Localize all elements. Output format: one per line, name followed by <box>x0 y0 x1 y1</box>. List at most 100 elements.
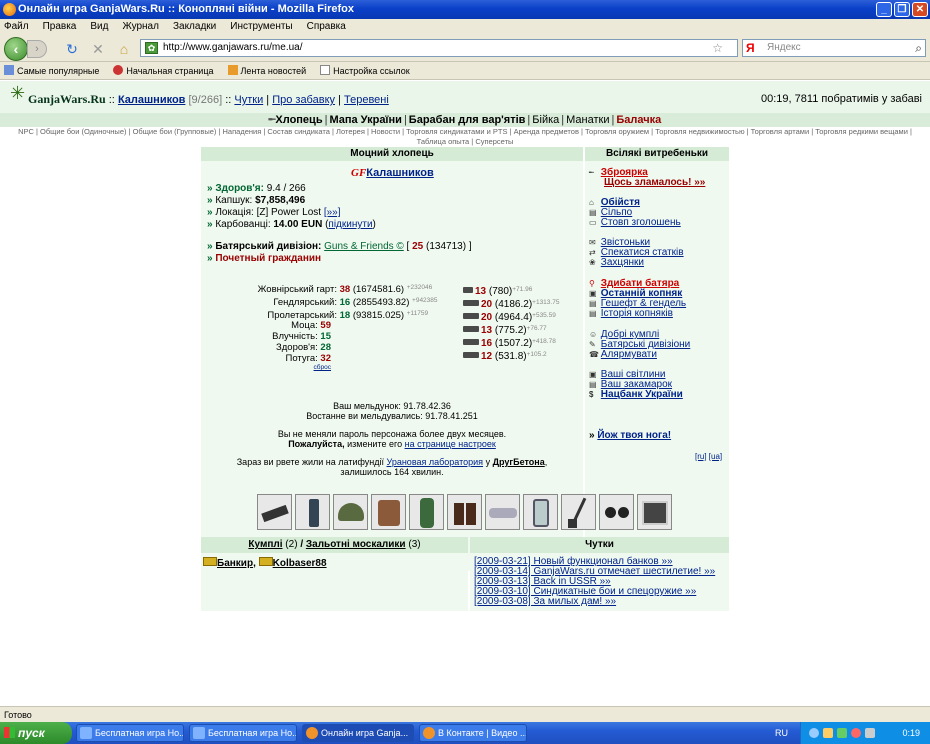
search-icon[interactable]: ⌕ <box>915 40 922 56</box>
transfer-icon: ⇄ <box>589 248 596 257</box>
enemies-link[interactable]: Зальотні москалики <box>306 539 406 550</box>
shop-icon: ▤ <box>589 208 597 217</box>
input-language[interactable]: RU <box>775 722 788 744</box>
forward-button[interactable]: › <box>27 40 47 58</box>
maximize-button[interactable]: ❐ <box>894 2 910 17</box>
close-button[interactable]: ✕ <box>912 2 928 17</box>
item-suit[interactable] <box>409 494 444 530</box>
menu-help[interactable]: Справка <box>307 19 346 35</box>
home-icon[interactable]: ⌂ <box>116 41 132 57</box>
friends-group: ☺ Добрі кумплі ✎ Батярські дивізіони ☎ А… <box>589 329 691 360</box>
menu-tools[interactable]: Инструменты <box>230 19 292 35</box>
health-value: 9.4 / 266 <box>266 183 306 194</box>
misc-panel-title: Всілякі витребеньки <box>585 147 729 161</box>
nav-chat[interactable]: Балачка <box>616 114 661 126</box>
menu-bookmarks[interactable]: Закладки <box>173 19 216 35</box>
sub-nav[interactable]: NPC | Общие бои (Одиночные) | Общие бои … <box>10 127 920 147</box>
character-name-link[interactable]: Калашников <box>366 167 434 179</box>
attr-row: Моца: 59 <box>291 320 331 331</box>
taskbar: пуск Бесплатная игра Но... Бесплатная иг… <box>0 722 930 744</box>
eun-value: 14.00 EUN <box>273 219 323 230</box>
taskbar-item[interactable]: Бесплатная игра Но... <box>189 724 297 742</box>
menu-history[interactable]: Журнал <box>122 19 159 35</box>
bookmark-item[interactable]: Настройка ссылок <box>320 62 410 79</box>
lang-ua-link[interactable]: [ua] <box>709 452 722 461</box>
leg-link[interactable]: Йож твоя нога! <box>597 430 671 441</box>
item-badge[interactable] <box>637 494 672 530</box>
machine-gun-icon <box>463 326 479 332</box>
nav-items[interactable]: Манатки <box>566 114 609 126</box>
menu-edit[interactable]: Правка <box>43 19 77 35</box>
site-logo-text: GanjaWars.Ru <box>28 92 106 106</box>
yandex-icon: Я <box>746 41 755 55</box>
reset-link[interactable]: сброс <box>314 364 331 371</box>
weapon-skill-row: 20 (4964.4)+535.59 <box>463 310 556 324</box>
search-player-icon: ⚲ <box>589 279 595 288</box>
item-pda[interactable] <box>523 494 558 530</box>
factory-link[interactable]: Урановая лаборатория <box>387 457 484 467</box>
bookmark-item[interactable]: Начальная страница <box>113 62 214 79</box>
bookmark-star-icon[interactable]: ☆ <box>712 40 723 56</box>
broken-items-link[interactable]: Щось зламалось! »» <box>604 177 705 188</box>
citizen-title: Почетный гражданин <box>215 253 322 264</box>
reload-icon[interactable]: ↻ <box>64 41 80 57</box>
division-icon: ✎ <box>589 340 596 349</box>
attributes-list: Моца: 59 Влучність: 15 Здоров'я: 28 Поту… <box>207 320 331 371</box>
taskbar-item[interactable]: Бесплатная игра Но... <box>76 724 184 742</box>
item-boots[interactable] <box>447 494 482 530</box>
item-smg[interactable] <box>257 494 292 530</box>
news-panel: Чутки [2009-03-21] Новый функционал банк… <box>470 537 729 611</box>
profile-group: ▣ Ваші світлини ▤ Ваш закамарок $ Нацбан… <box>589 369 683 400</box>
item-binoculars[interactable] <box>599 494 634 530</box>
menu-file[interactable]: Файл <box>4 19 29 35</box>
menu-view[interactable]: Вид <box>90 19 108 35</box>
transfer-eun-link[interactable]: підкинути <box>328 219 372 230</box>
skill-row: Гендлярський: 16 (2855493.82) +942385 <box>273 297 438 308</box>
item-helmet[interactable] <box>333 494 368 530</box>
friends-link[interactable]: Кумплі <box>248 539 282 550</box>
division-link[interactable]: Guns & Friends © <box>324 241 404 252</box>
friends-panel: Кумплі (2) / Зальотні москалики (3) Банк… <box>201 537 468 611</box>
item-phone[interactable] <box>295 494 330 530</box>
armory-group: ╾ Зброярка Щось зламалось! »» <box>589 168 705 188</box>
location-link[interactable]: [»»] <box>324 207 341 218</box>
bookmark-item[interactable]: Самые популярные <box>4 62 99 79</box>
home-group: ⌂ Обійстя ▤ Сільпо ▭ Стовп зголошень <box>589 197 681 228</box>
friend-link[interactable]: Kolbaser88 <box>273 558 327 569</box>
header-link-news[interactable]: Чутки <box>234 94 263 106</box>
header-link-about[interactable]: Про забавку <box>272 94 335 106</box>
friend-link[interactable]: Банкир <box>217 558 253 569</box>
lang-ru-link[interactable]: [ru] <box>695 452 707 461</box>
news-item[interactable]: [2009-03-08] За милых дам! »» <box>474 597 725 607</box>
minimize-button[interactable]: _ <box>876 2 892 17</box>
url-bar[interactable]: ✿ http://www.ganjawars.ru/me.ua/ ☆ <box>140 39 738 57</box>
item-shovel[interactable] <box>561 494 596 530</box>
stop-icon[interactable]: ✕ <box>90 41 106 57</box>
back-button[interactable]: ‹ <box>4 37 28 61</box>
header-link-forum[interactable]: Теревені <box>344 94 389 106</box>
item-vest[interactable] <box>371 494 406 530</box>
user-link[interactable]: Калашников <box>118 94 186 106</box>
search-bar[interactable]: Я Яндекс ⌕ <box>742 39 926 57</box>
mail-icon: ✉ <box>589 238 596 247</box>
bookmark-item[interactable]: Лента новостей <box>227 62 306 79</box>
bookmarks-bar: Самые популярные Начальная страница Лент… <box>0 62 930 80</box>
nav-character[interactable]: Хлопець <box>275 114 322 126</box>
owner-link[interactable]: ДругБетона <box>493 457 545 467</box>
settings-page-link[interactable]: на странице настроек <box>405 439 496 449</box>
start-button[interactable]: пуск <box>0 722 72 744</box>
nav-casino[interactable]: Барабан для вар'ятів <box>409 114 526 126</box>
item-car[interactable] <box>485 494 520 530</box>
friends-list: Банкир, Kolbaser88 <box>201 553 468 573</box>
window-titlebar: Онлайн игра GanjaWars.Ru :: Коноплянi вi… <box>0 0 930 19</box>
pistol-icon <box>463 287 473 293</box>
nav-battle[interactable]: Бiйка <box>532 114 559 126</box>
messages-group: ✉ Звістоньки ⇄ Спекатися статків ❀ Захця… <box>589 237 684 268</box>
firefox-icon <box>3 3 16 16</box>
nav-map[interactable]: Мапа України <box>329 114 402 126</box>
board-icon: ▭ <box>589 218 597 227</box>
weapon-skill-row: 13 (780)+71.96 <box>463 284 532 298</box>
taskbar-item[interactable]: В Контакте | Видео ... <box>419 724 527 742</box>
taskbar-item-active[interactable]: Онлайн игра Ganja... <box>302 724 414 742</box>
antivirus-icon <box>837 728 847 738</box>
